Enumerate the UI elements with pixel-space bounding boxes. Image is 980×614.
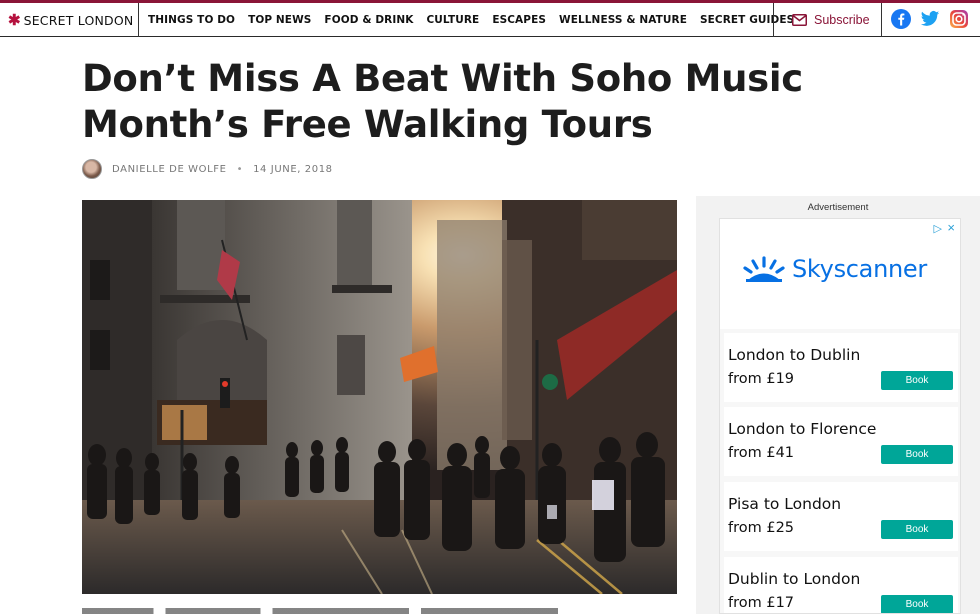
nav-item-culture[interactable]: CULTURE	[426, 14, 479, 26]
hero-image	[82, 200, 677, 594]
book-button[interactable]: Book	[881, 371, 953, 390]
nav-item-food-drink[interactable]: FOOD & DRINK	[324, 14, 413, 26]
nav-divider	[773, 3, 774, 37]
skyscanner-ad[interactable]: ▷ × Skyscanner London to Dublin from £19…	[719, 218, 961, 614]
ad-deal-item[interactable]: London to Dublin from £19 Book	[724, 333, 958, 402]
article-byline: DANIELLE DE WOLFE • 14 JUNE, 2018	[82, 158, 333, 180]
main-nav: THINGS TO DO TOP NEWS FOOD & DRINK CULTU…	[148, 3, 794, 37]
book-button[interactable]: Book	[881, 445, 953, 464]
twitter-icon[interactable]	[920, 9, 940, 29]
site-logo-text: SECRET LONDON	[23, 12, 134, 28]
deal-route: London to Florence	[728, 420, 877, 438]
subscribe-button[interactable]: Subscribe	[792, 3, 870, 37]
article-title: Don’t Miss A Beat With Soho Music Month’…	[82, 57, 803, 146]
byline-separator: •	[236, 163, 244, 175]
close-icon[interactable]: ×	[947, 220, 955, 235]
deal-route: London to Dublin	[728, 346, 861, 364]
nav-divider	[138, 3, 139, 37]
instagram-icon[interactable]	[949, 9, 969, 29]
deal-price: from £41	[728, 445, 795, 461]
deal-route: Dublin to London	[728, 570, 861, 588]
asterisk-star-icon: ✱	[8, 11, 21, 29]
book-button[interactable]: Book	[881, 520, 953, 539]
deal-route: Pisa to London	[728, 495, 842, 513]
nav-item-wellness-nature[interactable]: WELLNESS & NATURE	[559, 14, 687, 26]
social-links	[891, 9, 969, 29]
deal-price: from £19	[728, 371, 795, 387]
nav-item-top-news[interactable]: TOP NEWS	[248, 14, 311, 26]
skyscanner-logo: Skyscanner	[742, 255, 927, 283]
sidebar-ad-column: Advertisement ▷ × Skyscanner London to D…	[696, 196, 980, 614]
deal-price: from £25	[728, 520, 795, 536]
subscribe-label: Subscribe	[814, 13, 870, 27]
ad-deal-item[interactable]: Dublin to London from £17 Book	[724, 557, 958, 613]
site-logo[interactable]: ✱ SECRET LONDON	[8, 3, 133, 37]
nav-item-things-to-do[interactable]: THINGS TO DO	[148, 14, 235, 26]
deal-price: from £17	[728, 595, 795, 611]
sunrise-icon	[743, 256, 785, 282]
facebook-icon[interactable]	[891, 9, 911, 29]
site-header: ✱ SECRET LONDON THINGS TO DO TOP NEWS FO…	[0, 3, 980, 37]
envelope-icon	[792, 14, 807, 26]
nav-item-escapes[interactable]: ESCAPES	[492, 14, 546, 26]
ad-deal-item[interactable]: Pisa to London from £25 Book	[724, 482, 958, 551]
book-button[interactable]: Book	[881, 595, 953, 613]
nav-divider	[881, 3, 882, 37]
nav-item-secret-guides[interactable]: SECRET GUIDES	[700, 14, 794, 26]
ad-deal-item[interactable]: London to Florence from £41 Book	[724, 407, 958, 476]
ad-label: Advertisement	[807, 202, 869, 213]
author-name[interactable]: DANIELLE DE WOLFE	[112, 164, 227, 175]
author-avatar[interactable]	[82, 159, 102, 179]
ad-choices-icon[interactable]: ▷	[934, 222, 942, 235]
publish-date: 14 JUNE, 2018	[253, 163, 333, 175]
article-body-preview	[82, 604, 677, 614]
skyscanner-wordmark: Skyscanner	[792, 255, 927, 283]
ad-brand-panel[interactable]: ▷ × Skyscanner	[720, 219, 960, 329]
